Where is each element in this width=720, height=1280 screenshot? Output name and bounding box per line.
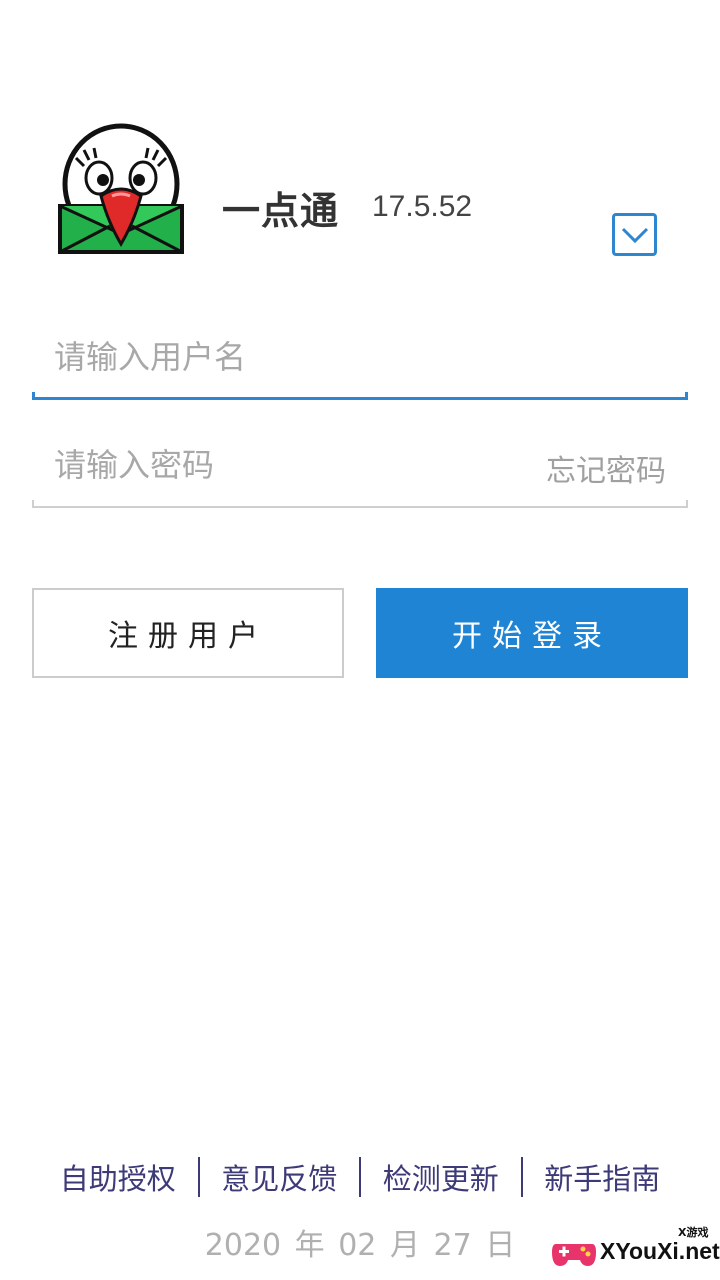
- check-update-link[interactable]: 检测更新: [361, 1156, 521, 1198]
- date-month: 02: [338, 1228, 377, 1263]
- forgot-password-link[interactable]: 忘记密码: [546, 446, 666, 490]
- gamepad-icon: [552, 1244, 596, 1266]
- feedback-link[interactable]: 意见反馈: [200, 1156, 360, 1198]
- password-input[interactable]: [54, 440, 514, 490]
- footer-links: 自助授权 意见反馈 检测更新 新手指南: [38, 1156, 682, 1198]
- app-logo: [58, 123, 184, 254]
- register-button[interactable]: 注册用户: [32, 588, 344, 678]
- date-year-unit: 年: [294, 1228, 325, 1263]
- self-authorize-link[interactable]: 自助授权: [38, 1156, 198, 1198]
- app-version: 17.5.52: [372, 190, 473, 223]
- username-field: [32, 320, 688, 400]
- date-day: 27: [433, 1228, 472, 1263]
- chevron-down-icon: [621, 227, 648, 243]
- password-field: 忘记密码: [32, 428, 688, 508]
- beginner-guide-link[interactable]: 新手指南: [523, 1156, 683, 1198]
- watermark-site: XYouXi.net: [600, 1238, 720, 1264]
- username-underline: [32, 392, 688, 400]
- app-name: 一点通: [222, 189, 340, 233]
- date-day-unit: 日: [485, 1228, 516, 1263]
- password-underline: [32, 500, 688, 508]
- site-watermark: X游戏 XYouXi.net: [548, 1222, 720, 1278]
- date-month-unit: 月: [389, 1228, 420, 1263]
- username-input[interactable]: [54, 332, 514, 382]
- login-button[interactable]: 开始登录: [376, 588, 688, 678]
- account-history-dropdown[interactable]: [612, 213, 657, 256]
- date-year: 2020: [204, 1228, 282, 1263]
